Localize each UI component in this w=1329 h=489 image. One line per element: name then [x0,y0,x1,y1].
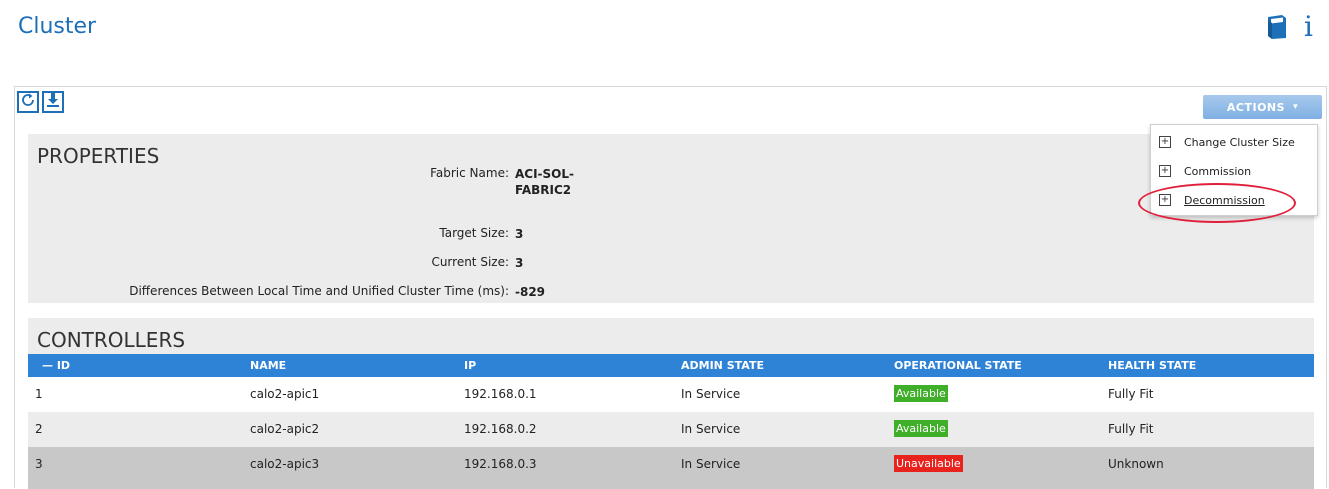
cell-ip: 192.168.0.1 [464,387,537,401]
cell-health-state: Unknown [1108,457,1164,471]
cell-health-state: Fully Fit [1108,422,1154,436]
menu-item-label: Change Cluster Size [1184,135,1295,149]
plus-square-icon: + [1159,136,1171,148]
refresh-icon [20,92,36,112]
menu-item-commission[interactable]: + Commission [1159,162,1251,180]
properties-section: PROPERTIES Fabric Name: ACI-SOL- FABRIC2… [28,134,1314,303]
properties-heading: PROPERTIES [37,144,160,168]
cell-health-state: Fully Fit [1108,387,1154,401]
header-icons: i [1266,13,1313,41]
controllers-table-header: — ID NAME IP ADMIN STATE OPERATIONAL STA… [28,354,1314,377]
download-icon [45,92,61,112]
cell-name: calo2-apic1 [250,387,320,401]
controllers-heading: CONTROLLERS [37,328,186,352]
time-diff-label: Differences Between Local Time and Unifi… [129,284,509,298]
actions-label: ACTIONS [1226,100,1286,114]
column-header-id[interactable]: — ID [42,359,70,372]
cell-admin-state: In Service [681,457,741,471]
column-header-health-state[interactable]: HEALTH STATE [1108,359,1196,372]
cell-ip: 192.168.0.2 [464,422,537,436]
cell-name: calo2-apic2 [250,422,320,436]
status-badge: Available [894,420,948,437]
highlight-ellipse [1138,183,1296,223]
cell-id: 3 [35,457,43,471]
fabric-name-label: Fabric Name: [430,166,509,180]
current-size-label: Current Size: [431,255,509,269]
cell-name: calo2-apic3 [250,457,320,471]
column-header-operational-state[interactable]: OPERATIONAL STATE [894,359,1022,372]
plus-square-icon: + [1159,165,1171,177]
cell-admin-state: In Service [681,387,741,401]
book-icon[interactable] [1266,14,1288,40]
download-button[interactable] [42,91,64,113]
fabric-name-value: ACI-SOL- FABRIC2 [515,167,575,197]
cell-id: 2 [35,422,43,436]
current-size-value: 3 [515,256,524,270]
column-header-admin-state[interactable]: ADMIN STATE [681,359,764,372]
cell-ip: 192.168.0.3 [464,457,537,471]
page-title: Cluster [18,14,97,39]
refresh-button[interactable] [17,91,39,113]
table-row[interactable]: 1 calo2-apic1 192.168.0.1 In Service Ava… [28,377,1314,412]
controllers-section: CONTROLLERS — ID NAME IP ADMIN STATE OPE… [28,318,1314,489]
menu-item-label: Commission [1184,164,1252,178]
target-size-label: Target Size: [439,226,509,240]
status-badge: Available [894,385,948,402]
info-icon[interactable]: i [1304,13,1313,41]
actions-button[interactable]: ACTIONS ▾ [1203,95,1322,119]
cell-id: 1 [35,387,43,401]
cell-admin-state: In Service [681,422,741,436]
menu-item-change-cluster-size[interactable]: + Change Cluster Size [1159,133,1295,151]
target-size-value: 3 [515,227,524,241]
time-diff-value: -829 [515,285,546,299]
column-header-name[interactable]: NAME [250,359,286,372]
status-badge: Unavailable [894,455,963,472]
cluster-panel: ACTIONS ▾ PROPERTIES Fabric Name: ACI-SO… [14,86,1327,489]
column-header-ip[interactable]: IP [464,359,476,372]
table-row[interactable]: 2 calo2-apic2 192.168.0.2 In Service Ava… [28,412,1314,447]
chevron-down-icon: ▾ [1293,102,1299,112]
table-row[interactable]: 3 calo2-apic3 192.168.0.3 In Service Una… [28,447,1314,489]
